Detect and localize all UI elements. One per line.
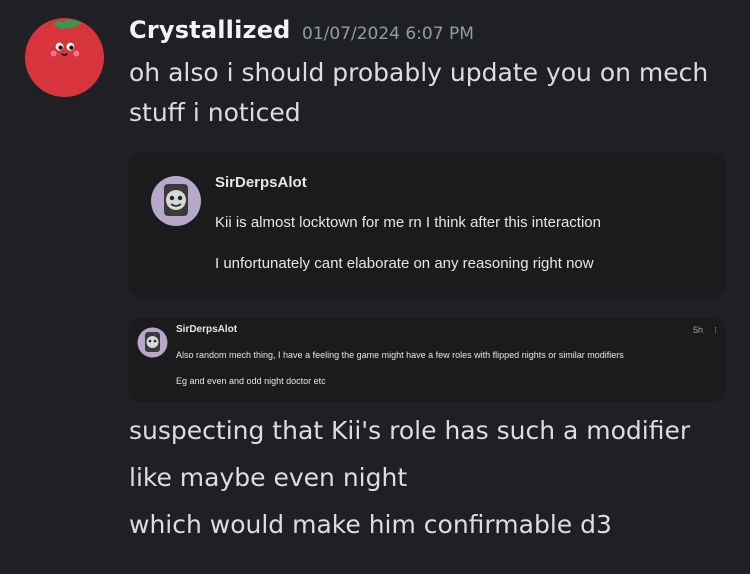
message-line: oh also i should probably update you on …: [129, 58, 709, 87]
tomato-avatar[interactable]: [24, 17, 105, 98]
message-line: stuff i noticed: [129, 98, 301, 127]
screenshot-embed[interactable]: SirDerpsAlot 5h ⁝ Also random mech thing…: [128, 318, 726, 402]
more-options-icon[interactable]: ⁝: [714, 325, 717, 336]
message-line: suspecting that Kii's role has such a mo…: [129, 416, 691, 445]
embed-text: I unfortunately cant elaborate on any re…: [215, 255, 594, 272]
message-line: like maybe even night: [129, 463, 408, 492]
message-line: which would make him confirmable d3: [129, 510, 612, 539]
screenshot-embed[interactable]: SirDerpsAlot Kii is almost locktown for …: [128, 152, 726, 299]
sirderpsalot-avatar: [151, 176, 201, 226]
embed-author: SirDerpsAlot: [215, 174, 307, 191]
embed-text: Also random mech thing, I have a feeling…: [176, 350, 624, 360]
message-timestamp: 01/07/2024 6:07 PM: [302, 24, 474, 44]
sirderpsalot-avatar: [137, 327, 168, 358]
embed-text: Kii is almost locktown for me rn I think…: [215, 214, 601, 231]
author-name[interactable]: Crystallized: [129, 16, 291, 44]
embed-time: 5h: [693, 325, 704, 335]
embed-text: Eg and even and odd night doctor etc: [176, 376, 326, 386]
embed-author: SirDerpsAlot: [176, 324, 238, 335]
